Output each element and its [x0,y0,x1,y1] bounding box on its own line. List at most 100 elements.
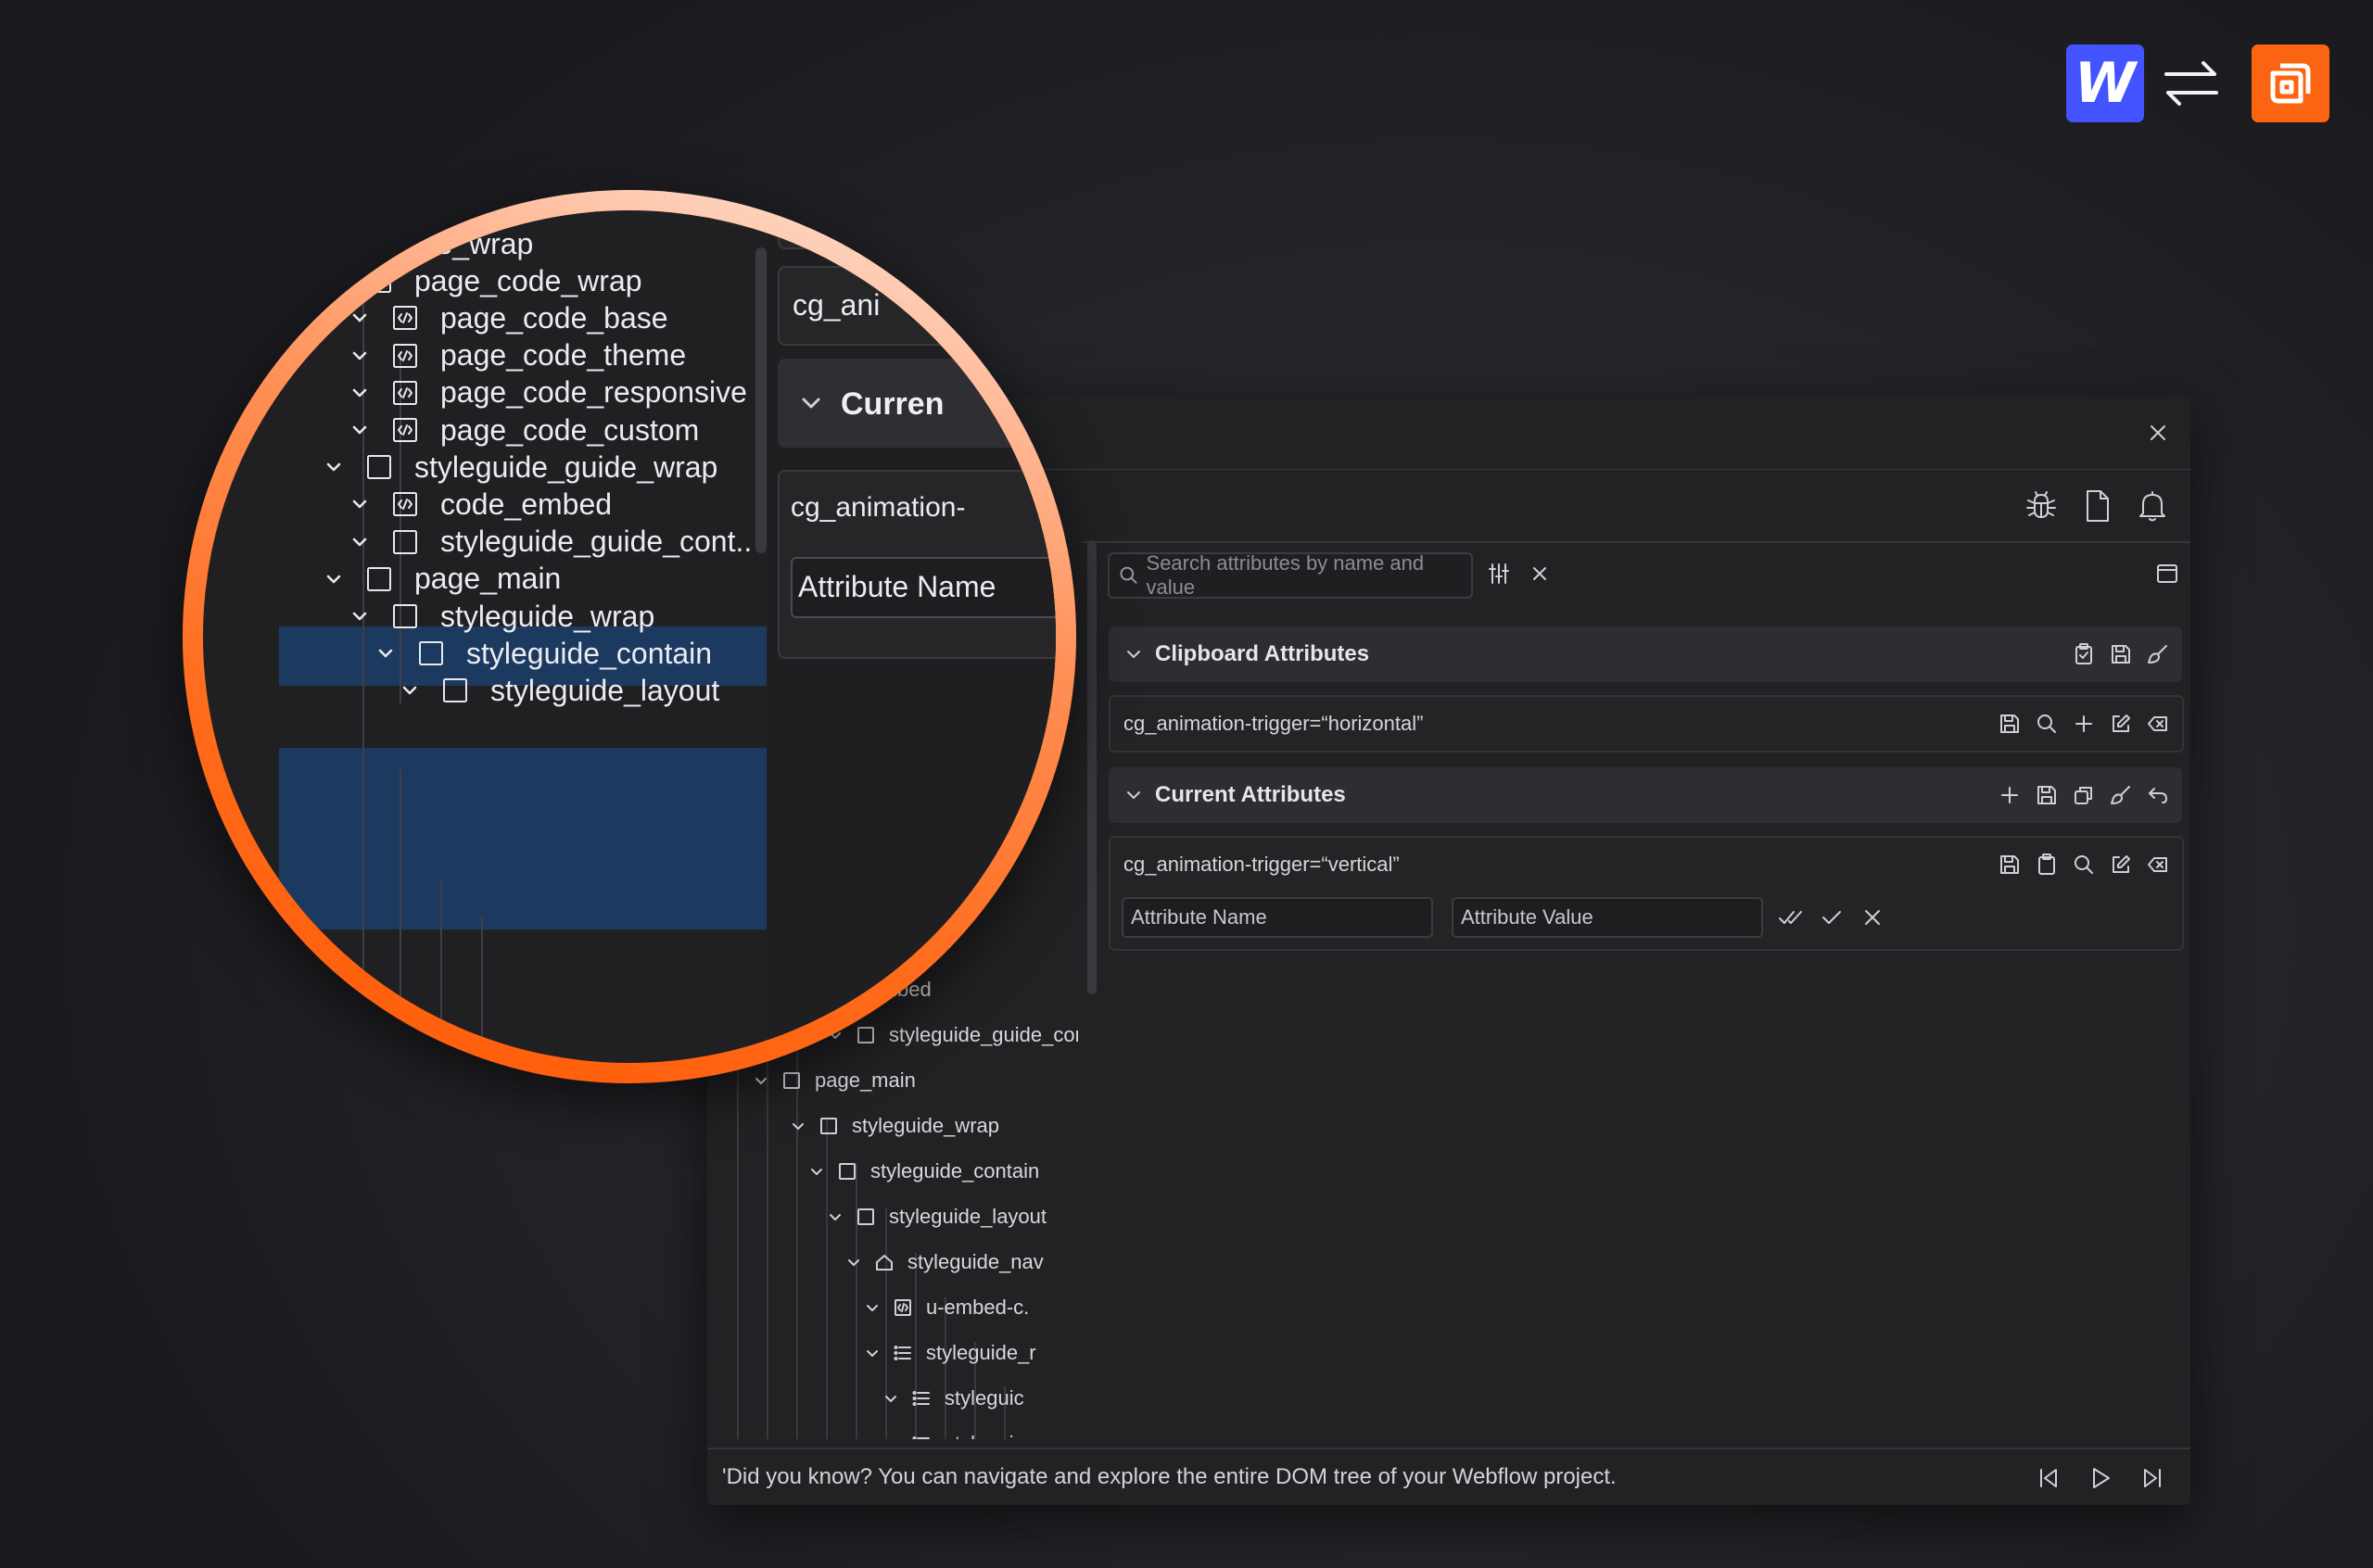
chevron-down-icon [1127,651,1140,658]
current-attributes-header[interactable]: Current Attributes [1109,767,2182,823]
chevron-down-icon[interactable] [865,1300,880,1315]
plus-icon[interactable] [2071,711,2097,737]
chevron-down-icon[interactable] [865,1346,880,1360]
attribute-value-input[interactable]: Attribute Value [1452,897,1763,938]
search-icon [1120,566,1137,584]
chevron-down-icon[interactable] [809,1164,824,1179]
tree-item-label: styleguide_wrap [852,1114,999,1137]
tree-item[interactable]: page_main [754,1058,916,1103]
chevron-down-icon[interactable] [883,1391,898,1406]
tree-item[interactable]: styleguide_wrap [791,1104,999,1148]
swap-arrows-icon [2163,57,2220,109]
tree-item-label: styleguide_r [926,1341,1036,1364]
skip-forward-icon[interactable] [2133,1461,2172,1496]
chevron-down-icon [402,687,417,695]
plugin-logo [2252,44,2329,122]
check-all-icon[interactable] [1776,903,1806,932]
magnified-item-label: styleguide_layout [490,673,720,707]
brush-clean-icon[interactable] [2108,782,2134,808]
tree-item[interactable]: styleguide_nav [846,1240,1044,1284]
nav-element-icon [876,1255,893,1271]
plus-icon[interactable] [1997,782,2023,808]
chevron-down-icon [352,388,367,398]
chevron-down-icon [352,500,367,509]
chevron-down-icon[interactable] [883,1436,898,1439]
clipboard-attributes-header[interactable]: Clipboard Attributes [1109,626,2182,682]
clipboard-attributes-title: Clipboard Attributes [1155,641,1370,666]
brush-clean-icon[interactable] [2145,641,2171,667]
close-window-button[interactable] [2144,419,2172,447]
chevron-down-icon [352,314,367,322]
tree-item-label: styleguic [945,1432,1024,1439]
current-attribute-card: cg_animation-trigger=“vertical” Attribut… [1109,836,2184,951]
delete-icon[interactable] [2145,711,2171,737]
chevron-down-icon [802,398,820,409]
tree-scrollbar[interactable] [1087,540,1097,994]
copy-icon[interactable] [2071,782,2097,808]
filter-settings-icon[interactable] [1484,559,1514,588]
code-element-icon [895,1299,911,1316]
search-icon[interactable] [2071,852,2097,878]
search-icon[interactable] [2034,711,2060,737]
file-icon[interactable] [2076,486,2117,526]
box-element-icon [857,1208,874,1225]
box-element-icon [820,1118,837,1134]
chevron-down-icon[interactable] [754,1073,768,1088]
cancel-icon[interactable] [1858,903,1887,932]
bell-icon[interactable] [2132,486,2173,526]
tree-item[interactable]: styleguide_r [865,1331,1036,1375]
edit-icon[interactable] [2108,852,2134,878]
search-input[interactable]: Search attributes by name and value [1108,551,1473,599]
clipboard-check-icon[interactable] [2071,641,2097,667]
box-element-icon [839,1163,856,1180]
tree-item-label: styleguic [945,1386,1024,1410]
undo-icon[interactable] [2145,782,2171,808]
clipboard-attribute-text: cg_animation-trigger=“horizontal” [1123,712,1424,735]
tree-item[interactable]: styleguic [883,1422,1024,1439]
current-attributes-title: Current Attributes [1155,782,1346,807]
edit-icon[interactable] [2108,711,2134,737]
chevron-down-icon [352,612,367,621]
toolbar-icons [2021,486,2173,526]
save-icon[interactable] [1997,852,2023,878]
confirm-icon[interactable] [1817,903,1846,932]
chevron-down-icon [352,537,367,546]
tip-message: 'Did you know? You can navigate and expl… [722,1464,1617,1489]
chevron-down-icon[interactable] [828,1209,843,1224]
chevron-down-icon [378,649,393,658]
bug-icon[interactable] [2021,486,2062,526]
current-attribute-text: cg_animation-trigger=“vertical” [1123,853,1400,876]
magnified-view: page_wrap page_code_wrap page_code_base pag… [203,210,1056,1063]
list-element-icon [912,1436,930,1439]
tree-item[interactable]: styleguide_contain [809,1149,1039,1194]
attribute-name-input[interactable]: Attribute Name [1122,897,1433,938]
magnifier-lens: page_wrap page_code_wrap page_code_base pag… [183,190,1076,1083]
chevron-down-icon [326,575,341,584]
chevron-down-icon[interactable] [791,1119,806,1133]
search-placeholder: Search attributes by name and value [1146,551,1425,599]
magnified-attributes-panel: cg_ani Curren cg_animation- Attribute Na… [768,210,1056,1063]
list-element-icon [912,1391,930,1406]
status-bar: 'Did you know? You can navigate and expl… [707,1448,2190,1505]
save-icon[interactable] [2034,782,2060,808]
clear-search-icon[interactable] [1525,559,1555,588]
tree-item-label: styleguide_layout [889,1205,1047,1228]
tree-item[interactable]: styleguide_layout [828,1195,1047,1239]
chevron-down-icon [1127,791,1140,799]
save-icon[interactable] [2108,641,2134,667]
box-element-icon [443,678,467,703]
delete-icon[interactable] [2145,852,2171,878]
chevron-down-icon[interactable] [846,1255,861,1270]
magnified-scrollbar [755,247,767,553]
tree-item-label: page_main [815,1069,916,1092]
save-icon[interactable] [1997,711,2023,737]
panel-layout-icon[interactable] [2152,559,2182,588]
magnified-tree-item: styleguide_layout [400,663,719,718]
play-icon[interactable] [2081,1461,2120,1496]
skip-back-icon[interactable] [2029,1461,2068,1496]
brand-logos: W [2066,44,2329,122]
clipboard-icon[interactable] [2034,852,2060,878]
tree-item[interactable]: styleguic [883,1376,1024,1421]
tree-item[interactable]: u-embed-c. [865,1285,1029,1330]
chevron-down-icon [352,351,367,360]
